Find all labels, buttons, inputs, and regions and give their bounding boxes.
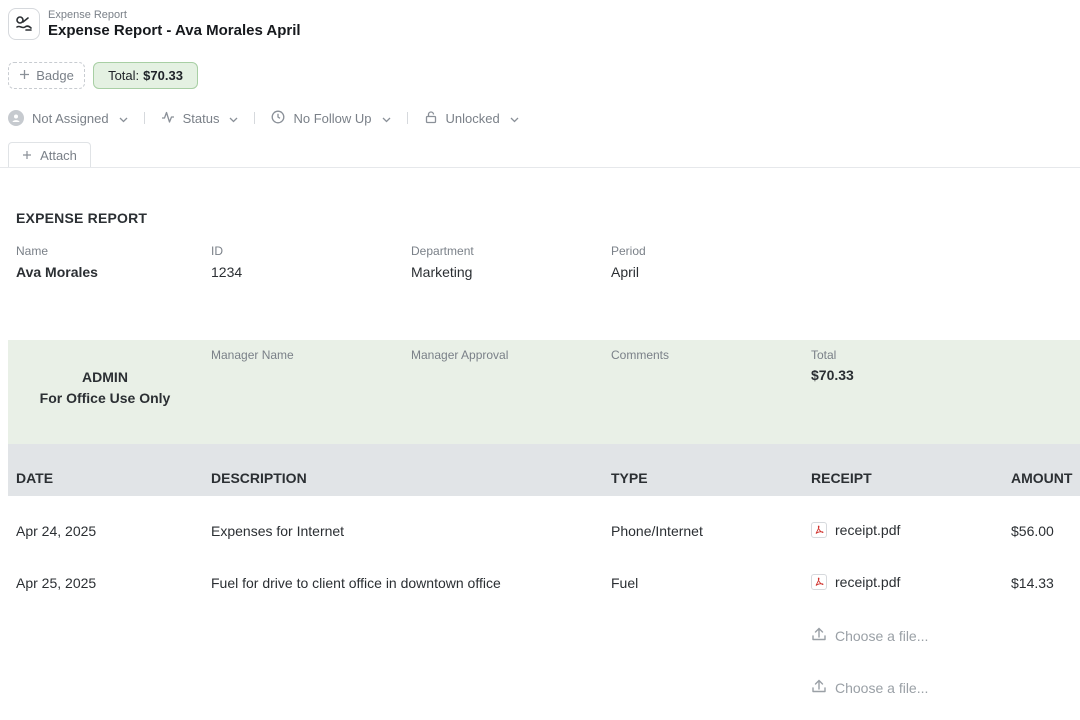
chevron-down-icon xyxy=(229,111,238,126)
plus-icon xyxy=(22,148,32,163)
admin-title: ADMIN For Office Use Only xyxy=(8,367,202,409)
toolbar-divider xyxy=(254,112,256,124)
id-value[interactable]: 1234 xyxy=(211,264,242,281)
status-label: Status xyxy=(182,110,220,126)
column-header-receipt: RECEIPT xyxy=(811,470,872,486)
column-header-description: DESCRIPTION xyxy=(211,470,307,486)
add-badge-button[interactable]: Badge xyxy=(8,62,85,89)
receipt-filename: receipt.pdf xyxy=(835,522,901,538)
name-label: Name xyxy=(16,244,49,258)
chevron-down-icon xyxy=(510,111,519,126)
report-section-title: EXPENSE REPORT xyxy=(16,210,148,226)
unlock-icon xyxy=(424,110,438,127)
expense-report-icon[interactable] xyxy=(8,8,40,40)
receipt-link[interactable]: receipt.pdf xyxy=(811,522,900,538)
lock-dropdown[interactable]: Unlocked xyxy=(424,110,519,127)
table-row[interactable]: Apr 24, 2025 Expenses for Internet Phone… xyxy=(0,496,1080,548)
period-field: Period April xyxy=(611,244,646,281)
chevron-down-icon xyxy=(382,111,391,126)
follow-up-dropdown[interactable]: No Follow Up xyxy=(271,110,390,127)
page-title: Expense Report - Ava Morales April xyxy=(48,21,301,39)
manager-name-label: Manager Name xyxy=(211,348,294,362)
name-field: Name Ava Morales xyxy=(16,244,98,281)
admin-subtitle: For Office Use Only xyxy=(39,390,171,406)
row-type: Phone/Internet xyxy=(611,523,703,539)
attach-tab[interactable]: Attach xyxy=(8,142,91,168)
assignee-label: Not Assigned xyxy=(32,110,109,126)
row-type: Fuel xyxy=(611,575,639,591)
upload-icon xyxy=(811,678,827,697)
table-header: DATE DESCRIPTION TYPE RECEIPT AMOUNT xyxy=(8,444,1080,496)
page-header: Expense Report Expense Report - Ava Mora… xyxy=(8,8,301,40)
toolbar-divider xyxy=(143,112,145,124)
column-header-type: TYPE xyxy=(611,470,648,486)
total-badge-label: Total: xyxy=(108,68,140,83)
comments-label: Comments xyxy=(611,348,670,362)
id-label: ID xyxy=(211,244,223,258)
admin-total-field: Total $70.33 xyxy=(811,348,854,383)
activity-icon xyxy=(161,110,175,127)
pdf-icon xyxy=(811,522,827,538)
id-field: ID 1234 xyxy=(211,244,242,281)
admin-section: ADMIN For Office Use Only Manager Name M… xyxy=(8,340,1080,444)
file-upload-button[interactable]: Choose a file... xyxy=(811,678,928,697)
manager-approval-field[interactable]: Manager Approval xyxy=(411,348,508,363)
attach-label: Attach xyxy=(40,148,77,163)
toolbar-divider xyxy=(406,112,408,124)
name-value[interactable]: Ava Morales xyxy=(16,264,98,281)
header-divider xyxy=(0,167,1080,168)
period-value[interactable]: April xyxy=(611,264,646,281)
lock-label: Unlocked xyxy=(445,110,500,126)
breadcrumb[interactable]: Expense Report xyxy=(48,9,301,22)
manager-name-field[interactable]: Manager Name xyxy=(211,348,294,363)
row-amount: $14.33 xyxy=(1011,575,1054,591)
upload-label: Choose a file... xyxy=(835,627,929,644)
plus-icon xyxy=(19,68,30,83)
row-date: Apr 25, 2025 xyxy=(16,575,97,591)
admin-title-line: ADMIN xyxy=(82,369,128,385)
upload-icon xyxy=(811,626,827,645)
status-dropdown[interactable]: Status xyxy=(161,110,239,127)
period-label: Period xyxy=(611,244,646,258)
admin-total-value: $70.33 xyxy=(811,367,854,383)
upload-label: Choose a file... xyxy=(835,679,929,696)
admin-total-label: Total xyxy=(811,348,837,362)
avatar xyxy=(8,110,24,126)
total-badge[interactable]: Total: $70.33 xyxy=(93,62,198,89)
add-badge-label: Badge xyxy=(36,68,74,83)
manager-approval-label: Manager Approval xyxy=(411,348,509,362)
receipt-link[interactable]: receipt.pdf xyxy=(811,574,900,590)
receipt-filename: receipt.pdf xyxy=(835,574,901,590)
row-amount: $56.00 xyxy=(1011,523,1054,539)
row-description: Fuel for drive to client office in downt… xyxy=(211,575,501,591)
column-header-date: DATE xyxy=(16,470,54,486)
table-row[interactable]: Apr 25, 2025 Fuel for drive to client of… xyxy=(0,548,1080,600)
column-header-amount: AMOUNT xyxy=(1011,470,1073,486)
department-value[interactable]: Marketing xyxy=(411,264,474,281)
department-field: Department Marketing xyxy=(411,244,474,281)
row-date: Apr 24, 2025 xyxy=(16,523,97,539)
department-label: Department xyxy=(411,244,474,258)
chevron-down-icon xyxy=(119,111,128,126)
comments-field[interactable]: Comments xyxy=(611,348,669,363)
assignee-dropdown[interactable]: Not Assigned xyxy=(8,110,128,126)
row-description: Expenses for Internet xyxy=(211,523,345,539)
pdf-icon xyxy=(811,574,827,590)
total-badge-value: $70.33 xyxy=(143,68,183,83)
clock-icon xyxy=(271,110,285,127)
follow-up-label: No Follow Up xyxy=(293,110,372,126)
file-upload-button[interactable]: Choose a file... xyxy=(811,626,928,645)
